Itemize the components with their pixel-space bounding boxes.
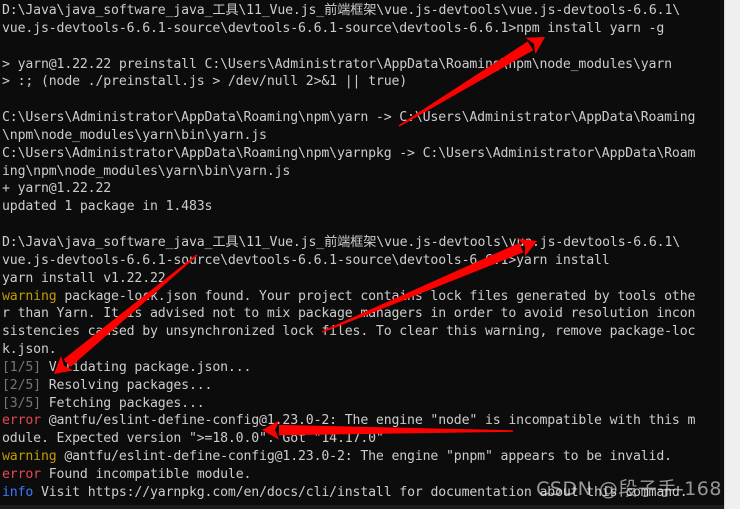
console-line-text: > yarn@1.22.22 preinstall C:\Users\Admin… xyxy=(2,56,672,72)
console-line-text: > :; (node ./preinstall.js > /dev/null 2… xyxy=(2,74,408,90)
console-line-text: Resolving packages... xyxy=(40,377,213,393)
console-line-text: updated 1 package in 1.483s xyxy=(2,199,213,215)
console-line: r than Yarn. It is advised not to mix pa… xyxy=(2,305,724,323)
console-line: warning @antfu/eslint-define-config@1.23… xyxy=(2,448,724,466)
console-line-text: C:\Users\Administrator\AppData\Roaming\n… xyxy=(2,145,696,161)
console-line-text: ing\npm\node_modules\yarn\bin\yarn.js xyxy=(2,163,291,179)
console-line-tag: warning xyxy=(2,449,57,465)
console-line: warning package-lock.json found. Your pr… xyxy=(2,288,724,306)
console-line-text: k.json. xyxy=(2,342,57,358)
console-line-text: r than Yarn. It is advised not to mix pa… xyxy=(2,306,696,322)
console-line-tag: warning xyxy=(2,288,57,304)
console-line-tag: [1/5] xyxy=(2,359,41,375)
console-line: error @antfu/eslint-define-config@1.23.0… xyxy=(2,412,724,430)
console-line-text: D:\Java\java_software_java_工具\11_Vue.js_… xyxy=(2,234,681,250)
window-bottom-edge xyxy=(0,505,724,509)
console-line: yarn install v1.22.22 xyxy=(2,270,724,288)
console-line: updated 1 package in 1.483s xyxy=(2,198,724,216)
console-line: vue.js-devtools-6.6.1-source\devtools-6.… xyxy=(2,252,724,270)
console-line-text: D:\Java\java_software_java_工具\11_Vue.js_… xyxy=(2,3,681,18)
console-line: k.json. xyxy=(2,341,724,359)
console-line-text: Fetching packages... xyxy=(40,395,205,411)
scrollbar-thumb[interactable] xyxy=(726,0,739,430)
console-line: [2/5] Resolving packages... xyxy=(2,377,724,395)
console-line-text: @antfu/eslint-define-config@1.23.0-2: Th… xyxy=(56,449,672,465)
vertical-scrollbar[interactable] xyxy=(724,0,740,509)
console-line-text: Found incompatible module. xyxy=(40,466,252,482)
console-line: C:\Users\Administrator\AppData\Roaming\n… xyxy=(2,145,724,163)
console-line: C:\Users\Administrator\AppData\Roaming\n… xyxy=(2,109,724,127)
console-output[interactable]: D:\Java\java_software_java_工具\11_Vue.js_… xyxy=(0,0,724,509)
console-line: odule. Expected version ">=18.0.0". Got … xyxy=(2,430,724,448)
console-line: vue.js-devtools-6.6.1-source\devtools-6.… xyxy=(2,20,724,38)
console-line: D:\Java\java_software_java_工具\11_Vue.js_… xyxy=(2,2,724,20)
console-line: [1/5] Validating package.json... xyxy=(2,359,724,377)
console-line: [3/5] Fetching packages... xyxy=(2,395,724,413)
terminal-window: D:\Java\java_software_java_工具\11_Vue.js_… xyxy=(0,0,740,509)
console-line-text: @antfu/eslint-define-config@1.23.0-2: Th… xyxy=(40,413,696,429)
csdn-watermark: CSDN @段子手-168 xyxy=(536,478,722,500)
console-line-text: Validating package.json... xyxy=(40,359,252,375)
console-line: \npm\node_modules\yarn\bin\yarn.js xyxy=(2,127,724,145)
console-line: ing\npm\node_modules\yarn\bin\yarn.js xyxy=(2,163,724,181)
console-line-tag: [3/5] xyxy=(2,395,41,411)
console-line-tag: error xyxy=(2,466,41,482)
console-line: sistencies caused by unsynchronized lock… xyxy=(2,323,724,341)
console-line-tag: error xyxy=(2,413,41,429)
console-line: > yarn@1.22.22 preinstall C:\Users\Admin… xyxy=(2,56,724,74)
console-line-tag: info xyxy=(2,484,34,500)
console-line: + yarn@1.22.22 xyxy=(2,180,724,198)
console-line-tag: [2/5] xyxy=(2,377,41,393)
console-line-text: yarn install v1.22.22 xyxy=(2,270,166,286)
console-line: D:\Java\java_software_java_工具\11_Vue.js_… xyxy=(2,234,724,252)
console-line-text: C:\Users\Administrator\AppData\Roaming\n… xyxy=(2,110,696,126)
console-line-text: odule. Expected version ">=18.0.0". Got … xyxy=(2,431,384,447)
console-line-text: + yarn@1.22.22 xyxy=(2,181,112,197)
console-line-text: vue.js-devtools-6.6.1-source\devtools-6.… xyxy=(2,252,610,268)
console-line-text: package-lock.json found. Your project co… xyxy=(56,288,696,304)
console-line-text: sistencies caused by unsynchronized lock… xyxy=(2,324,696,340)
console-line-text: vue.js-devtools-6.6.1-source\devtools-6.… xyxy=(2,20,665,36)
console-line-text: \npm\node_modules\yarn\bin\yarn.js xyxy=(2,127,267,143)
console-line: > :; (node ./preinstall.js > /dev/null 2… xyxy=(2,73,724,91)
